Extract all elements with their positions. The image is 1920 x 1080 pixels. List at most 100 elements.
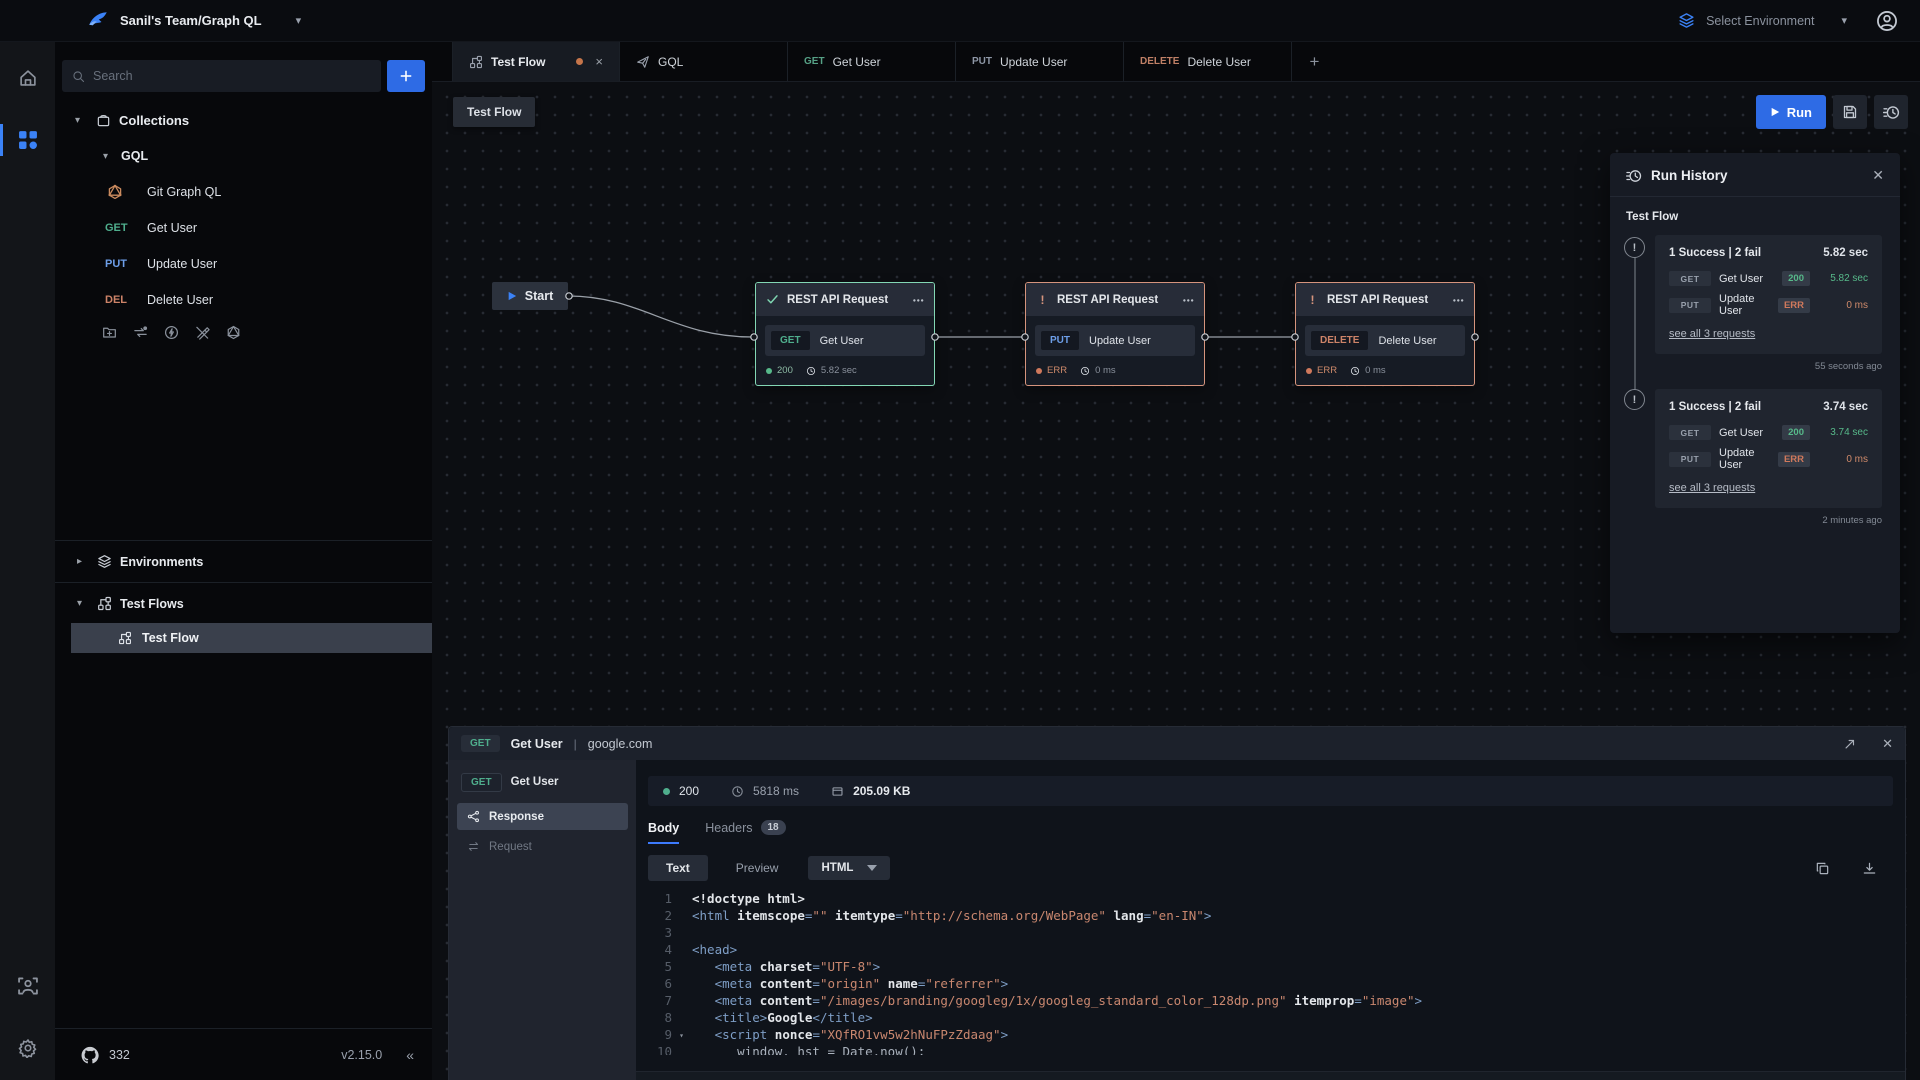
environments-label: Environments [120, 555, 203, 569]
tab-update-user[interactable]: PUT Update User [956, 42, 1124, 81]
copy-icon[interactable] [1815, 861, 1830, 876]
caret-down-icon[interactable]: ▾ [75, 115, 80, 126]
workspace-name[interactable]: Sanil's Team/Graph QL [120, 13, 262, 28]
github-icon[interactable] [81, 1046, 99, 1064]
collections-header[interactable]: ▾ Collections [55, 102, 432, 138]
tree-item-delete-user[interactable]: DELDelete User [55, 282, 432, 318]
request-name: Get User [820, 335, 864, 347]
graphql-small-icon[interactable] [226, 325, 241, 340]
node-header: !REST API Request●●● [1026, 283, 1204, 316]
sidebar-item-test-flow[interactable]: Test Flow [71, 623, 432, 653]
run-total-time: 3.74 sec [1823, 401, 1868, 413]
graphql-icon [107, 184, 123, 200]
response-tab-headers[interactable]: Headers18 [705, 820, 785, 844]
add-collection-button[interactable] [387, 60, 425, 92]
tree-item-git-graph-ql[interactable]: Git Graph QL [55, 174, 432, 210]
settings-button[interactable] [0, 1030, 55, 1066]
fold-caret-icon[interactable]: ▾ [679, 1027, 684, 1044]
collections-nav-button[interactable] [0, 122, 55, 158]
node-menu-icon[interactable]: ●●● [1182, 297, 1194, 303]
websocket-icon[interactable] [195, 325, 210, 340]
status-dot [1306, 368, 1312, 374]
caret-down-icon[interactable]: ▾ [103, 151, 108, 162]
response-time: 5818 ms [753, 784, 799, 798]
select-environment[interactable]: Select Environment [1706, 14, 1814, 28]
code-footer-strip [636, 1071, 1905, 1080]
search-input[interactable] [93, 69, 371, 83]
tab-close-icon[interactable]: × [595, 54, 603, 69]
tree-item-get-user[interactable]: GETGet User [55, 210, 432, 246]
nav-request-get-user[interactable]: GETGet User [457, 768, 628, 796]
node-request-chip[interactable]: PUTUpdate User [1035, 325, 1195, 356]
run-history-close-icon[interactable]: ✕ [1872, 167, 1884, 184]
view-mode-preview[interactable]: Preview [722, 855, 793, 881]
code-text: window._hst = Date.now(); [680, 1043, 925, 1055]
run-card[interactable]: 1 Success | 2 fail3.74 secGETGet User200… [1655, 389, 1882, 508]
search-box[interactable] [62, 60, 381, 92]
language-dropdown[interactable]: HTML [808, 856, 890, 880]
flow-node-get-user[interactable]: REST API Request●●●GETGet User2005.82 se… [755, 282, 935, 386]
collapse-sidebar-button[interactable]: « [406, 1047, 414, 1063]
nav-item-response[interactable]: Response [457, 803, 628, 830]
left-rail [0, 42, 55, 1080]
tree-folder-gql[interactable]: ▾GQL [55, 138, 432, 174]
request-time: 3.74 sec [1818, 427, 1868, 438]
status-dot [663, 788, 670, 795]
separator: | [574, 737, 577, 751]
tree-item-update-user[interactable]: PUTUpdate User [55, 246, 432, 282]
tree-action-row[interactable] [55, 318, 432, 346]
add-tab-button[interactable]: + [1292, 42, 1338, 81]
code-text: <head> [680, 941, 737, 958]
caret-down-icon[interactable]: ▾ [77, 598, 82, 609]
save-flow-button[interactable] [1833, 95, 1867, 129]
expand-panel-icon[interactable] [1843, 737, 1857, 751]
run-card[interactable]: 1 Success | 2 fail5.82 secGETGet User200… [1655, 235, 1882, 354]
caret-right-icon[interactable]: ▸ [77, 556, 82, 567]
tab-test-flow[interactable]: Test Flow× [452, 42, 620, 81]
flow-start-node[interactable]: Start [492, 282, 568, 310]
sidebar-section-test-flows[interactable]: ▾ Test Flows [55, 583, 432, 624]
nav-item-label: Request [489, 841, 532, 853]
run-request-list: GETGet User2005.82 secPUTUpdate UserERR0… [1669, 271, 1868, 317]
duration-text: 5.82 sec [821, 365, 857, 376]
node-request-chip[interactable]: DELETEDelete User [1305, 325, 1465, 356]
socket-icon[interactable] [164, 325, 179, 340]
tab-method-label: PUT [972, 56, 992, 67]
run-button[interactable]: Run [1756, 95, 1826, 129]
tab-gql[interactable]: GQL [620, 42, 788, 81]
status-badge: ERR [1778, 298, 1810, 313]
node-menu-icon[interactable]: ●●● [912, 297, 924, 303]
community-button[interactable] [0, 968, 55, 1004]
github-stars-count[interactable]: 332 [109, 1048, 130, 1062]
environment-chevron-icon[interactable]: ▾ [1841, 14, 1847, 27]
history-icon [1883, 104, 1900, 121]
response-body-code[interactable]: 1<!doctype html>2<html itemscope="" item… [636, 890, 1905, 1055]
see-all-requests-link[interactable]: see all 3 requests [1669, 328, 1755, 340]
close-panel-icon[interactable]: ✕ [1882, 736, 1893, 752]
see-all-requests-link[interactable]: see all 3 requests [1669, 482, 1755, 494]
import-icon[interactable] [133, 325, 148, 340]
request-name: Get User [511, 776, 559, 788]
workspace-chevron-icon[interactable]: ▾ [296, 14, 302, 27]
home-icon [18, 68, 38, 88]
run-request-row: GETGet User2005.82 sec [1669, 271, 1868, 286]
node-request-chip[interactable]: GETGet User [765, 325, 925, 356]
response-panel-header[interactable]: GET Get User | google.com ✕ [449, 727, 1905, 760]
node-menu-icon[interactable]: ●●● [1452, 297, 1464, 303]
nav-item-request[interactable]: Request [457, 833, 628, 860]
response-tab-body[interactable]: Body [648, 821, 679, 844]
avatar[interactable] [1876, 10, 1898, 32]
tab-delete-user[interactable]: DELETEDelete User [1124, 42, 1292, 81]
home-button[interactable] [0, 60, 55, 96]
tab-get-user[interactable]: GETGet User [788, 42, 956, 81]
flow-node-update-user[interactable]: !REST API Request●●●PUTUpdate UserERR0 m… [1025, 282, 1205, 386]
run-history-button[interactable] [1874, 95, 1908, 129]
flow-node-delete-user[interactable]: !REST API Request●●●DELETEDelete UserERR… [1295, 282, 1475, 386]
tab-label: Update User [1000, 55, 1067, 69]
download-icon[interactable] [1862, 861, 1877, 876]
view-mode-text[interactable]: Text [648, 855, 708, 881]
sidebar-section-environments[interactable]: ▸ Environments [55, 541, 432, 582]
clock-icon [1350, 366, 1360, 376]
folder-add-icon[interactable] [102, 325, 117, 340]
test-flow-label: Test Flow [142, 631, 199, 645]
